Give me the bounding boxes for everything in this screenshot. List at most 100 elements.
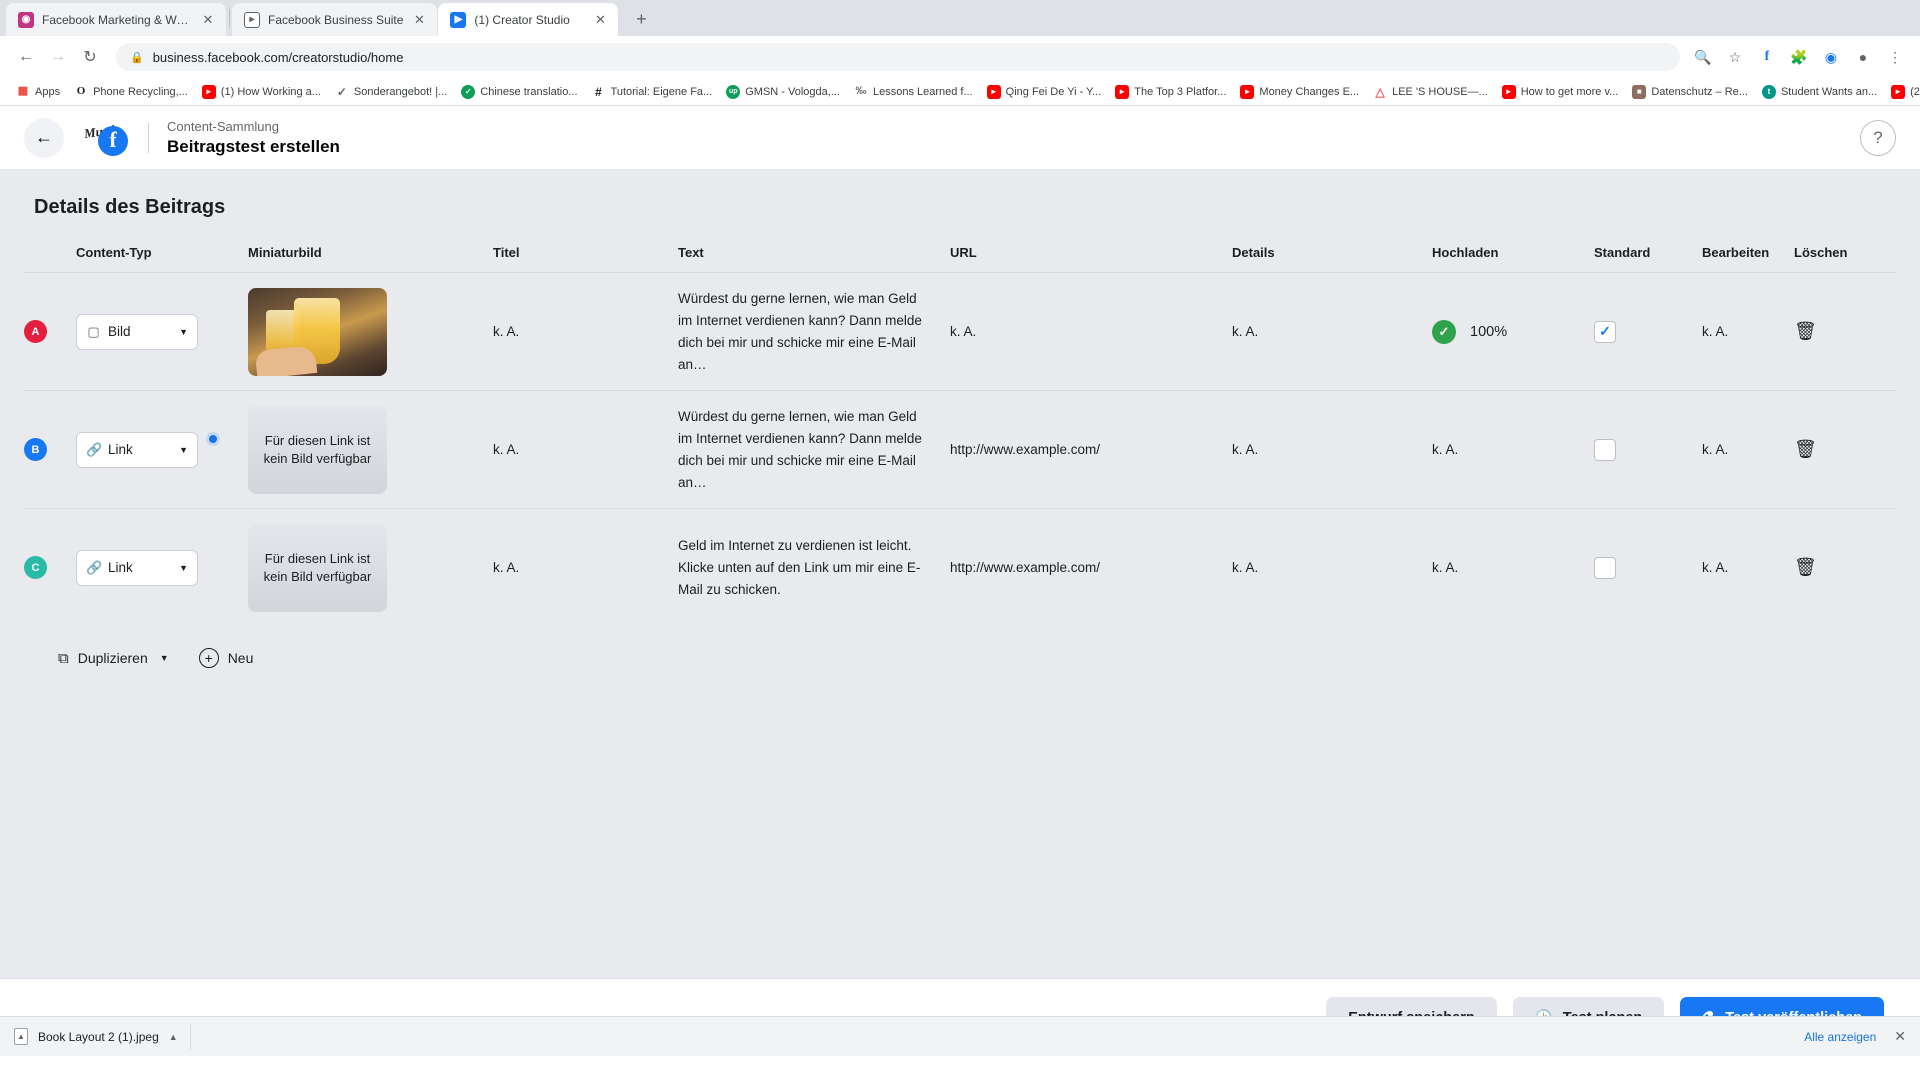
bookmark-label: (1) How Working a...: [220, 85, 321, 98]
table-header-row: Content-Typ Miniaturbild Titel Text URL …: [24, 245, 1896, 272]
th-content-type: Content-Typ: [76, 245, 152, 260]
bookmark-label: Qing Fei De Yi - Y...: [1005, 85, 1102, 98]
youtube-icon: ►: [1891, 84, 1906, 99]
bookmark-item-9[interactable]: ► The Top 3 Platfor...: [1109, 82, 1232, 102]
bookmark-item-11[interactable]: △ LEE 'S HOUSE—...: [1367, 82, 1494, 102]
business-suite-icon: ▸: [244, 11, 260, 28]
bookmark-item-2[interactable]: ► (1) How Working a...: [196, 82, 327, 102]
image-icon: ▢: [87, 323, 100, 339]
content-type-cell: 🔗 Link ▼: [76, 431, 248, 468]
row-badge-cell: A: [24, 320, 76, 343]
main-content: Details des Beitrags Content-Typ Miniatu…: [0, 170, 1920, 1056]
content-type-select[interactable]: 🔗 Link ▼: [76, 549, 198, 586]
upload-cell: k. A.: [1432, 560, 1459, 575]
close-icon[interactable]: ✕: [1894, 1028, 1906, 1045]
question-mark-icon[interactable]: ?: [1860, 119, 1896, 156]
thumb-shape-hand: [254, 344, 318, 376]
airbnb-icon: △: [1375, 84, 1385, 99]
browser-tab-2[interactable]: ▶ (1) Creator Studio ✕: [438, 3, 619, 36]
standard-checkbox[interactable]: [1594, 438, 1616, 461]
photo-icon: ■: [1632, 84, 1647, 99]
standard-checkbox[interactable]: ✓: [1594, 320, 1616, 343]
close-icon[interactable]: ✕: [200, 12, 216, 28]
details-cell: k. A.: [1232, 324, 1259, 339]
bookmark-label: Money Changes E...: [1259, 85, 1360, 98]
th-thumbnail: Miniaturbild: [248, 245, 322, 260]
browser-tab-0[interactable]: ◉ Facebook Marketing & Werbea ✕: [6, 3, 226, 36]
file-image-icon: ▲: [14, 1028, 28, 1045]
bookmark-item-13[interactable]: ■ Datenschutz – Re...: [1626, 82, 1754, 102]
bookmark-item-7[interactable]: ‰ Lessons Learned f...: [848, 82, 979, 102]
check-circle-icon: ✓: [336, 84, 347, 99]
show-all-downloads-link[interactable]: Alle anzeigen: [1804, 1030, 1876, 1044]
profile-avatar-icon[interactable]: ●: [1852, 46, 1874, 68]
browser-tab-1[interactable]: ▸ Facebook Business Suite ✕: [232, 3, 438, 36]
close-icon[interactable]: ✕: [411, 12, 427, 28]
chevron-down-icon: ▼: [179, 444, 188, 455]
zoom-icon[interactable]: 🔍: [1692, 46, 1714, 68]
tab-strip: ◉ Facebook Marketing & Werbea ✕ ▸ Facebo…: [0, 0, 1920, 36]
delete-cell: 🗑: [1794, 439, 1864, 460]
row-badge: A: [24, 320, 47, 343]
bookmark-star-icon[interactable]: ☆: [1724, 46, 1746, 68]
content-type-select[interactable]: 🔗 Link ▼: [76, 431, 198, 468]
new-tab-button[interactable]: +: [627, 5, 655, 33]
menu-kebab-icon[interactable]: ⋮: [1884, 46, 1906, 68]
th-title: Titel: [493, 245, 520, 260]
forward-icon: →: [50, 48, 66, 65]
tab-title: (1) Creator Studio: [474, 12, 570, 27]
bookmark-item-15[interactable]: ► (2) How To Add A...: [1885, 82, 1920, 102]
duplicate-button[interactable]: ⧉ Duplizieren ▼: [58, 650, 169, 667]
bookmark-item-8[interactable]: ► Qing Fei De Yi - Y...: [981, 82, 1108, 102]
delete-cell: 🗑: [1794, 557, 1864, 578]
trash-icon[interactable]: 🗑: [1794, 557, 1817, 577]
edit-cell: k. A.: [1702, 560, 1729, 575]
content-type-select[interactable]: ▢ Bild ▼: [76, 313, 198, 350]
standard-checkbox[interactable]: [1594, 556, 1616, 579]
facebook-extension-icon[interactable]: f: [1756, 46, 1778, 68]
breadcrumb: Content-Sammlung: [167, 119, 279, 134]
chevron-up-icon[interactable]: ▲: [169, 1032, 178, 1042]
details-cell: k. A.: [1232, 442, 1259, 457]
reload-icon[interactable]: ↻: [76, 43, 104, 71]
hash-icon: #: [595, 84, 602, 99]
header-divider: [148, 122, 149, 153]
bookmark-apps[interactable]: ▦ Apps: [10, 82, 66, 102]
tab-separator: [229, 9, 230, 27]
bookmark-item-12[interactable]: ► How to get more v...: [1496, 82, 1625, 102]
chevron-down-icon: ▼: [179, 326, 188, 337]
download-item[interactable]: ▲ Book Layout 2 (1).jpeg ▲: [14, 1023, 191, 1050]
bookmark-item-14[interactable]: t Student Wants an...: [1756, 82, 1883, 102]
bookmark-label: Lessons Learned f...: [872, 85, 973, 98]
address-bar[interactable]: 🔒 business.facebook.com/creatorstudio/ho…: [116, 43, 1680, 71]
back-icon[interactable]: ←: [12, 43, 40, 71]
browser-chrome: ◉ Facebook Marketing & Werbea ✕ ▸ Facebo…: [0, 0, 1920, 106]
bookmark-item-6[interactable]: up GMSN - Vologda,...: [720, 82, 846, 102]
puzzle-extension-icon[interactable]: 🧩: [1788, 46, 1810, 68]
youtube-icon: ►: [1501, 84, 1516, 99]
bookmark-item-4[interactable]: ✓ Chinese translatio...: [455, 82, 583, 102]
standard-cell: [1594, 438, 1702, 461]
new-button[interactable]: + Neu: [198, 648, 253, 668]
bookmark-item-1[interactable]: O Phone Recycling,...: [68, 82, 194, 102]
close-icon[interactable]: ✕: [592, 12, 608, 28]
thumbnail-image[interactable]: [248, 287, 387, 376]
bookmark-label: Sonderangebot! |...: [353, 85, 448, 98]
brand-logo: Musti f: [83, 116, 130, 160]
row-badge: C: [24, 556, 47, 579]
bookmark-label: Apps: [35, 85, 61, 98]
download-bar-actions: Alle anzeigen ✕: [1804, 1028, 1906, 1045]
row-drag-handle[interactable]: [206, 432, 220, 446]
bookmark-item-3[interactable]: ✓ Sonderangebot! |...: [329, 82, 453, 102]
title-cell: k. A.: [493, 324, 520, 339]
messenger-extension-icon[interactable]: ◉: [1820, 46, 1842, 68]
bookmark-item-10[interactable]: ► Money Changes E...: [1234, 82, 1365, 102]
green-circle-icon: ✓: [461, 84, 476, 99]
url-cell: k. A.: [950, 324, 977, 339]
trash-icon[interactable]: 🗑: [1794, 321, 1817, 341]
link-icon: 🔗: [86, 441, 103, 457]
trash-icon[interactable]: 🗑: [1794, 439, 1817, 459]
table-row: A ▢ Bild ▼ k. A. Würdest du gerne lernen…: [24, 272, 1896, 390]
back-arrow-icon[interactable]: ←: [24, 117, 64, 158]
bookmark-item-5[interactable]: # Tutorial: Eigene Fa...: [586, 82, 719, 102]
